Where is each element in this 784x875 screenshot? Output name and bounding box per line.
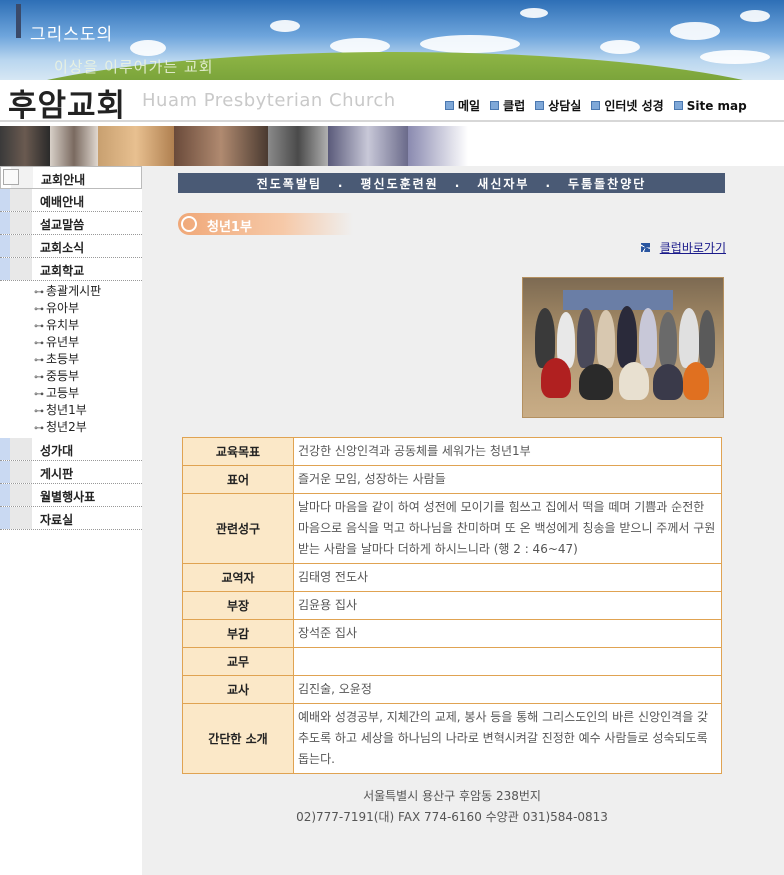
dept-link-praise-team[interactable]: 두툼돌찬양단 (568, 175, 646, 192)
key-icon: ⊶ (34, 406, 44, 417)
sidebar-item-archive[interactable]: 자료실 (0, 507, 142, 530)
table-row: 관련성구 날마다 마음을 같이 하여 성전에 모이기를 힘쓰고 집에서 떡을 떼며… (182, 493, 722, 564)
department-links-bar: 전도폭발팀 . 평신도훈련원 . 새신자부 . 두툼돌찬양단 (178, 173, 725, 193)
header-divider (0, 120, 784, 122)
footer-phone: 02)777-7191(대) FAX 774-6160 수양관 031)584-… (296, 810, 608, 824)
main-content: 전도폭발팀 . 평신도훈련원 . 새신자부 . 두툼돌찬양단 청년1부 클럽바로… (142, 166, 784, 875)
footer: 서울특별시 용산구 후암동 238번지 02)777-7191(대) FAX 7… (142, 786, 762, 828)
nav-sitemap[interactable]: Site map (673, 97, 747, 114)
dept-link-evangelism[interactable]: 전도폭발팀 (257, 175, 322, 192)
top-banner: 그리스도의 이상을 이루어가는 교회 (0, 0, 784, 80)
key-icon: ⊶ (34, 287, 44, 298)
logo-english: Huam Presbyterian Church (142, 90, 396, 111)
submenu-item[interactable]: ⊶ 초등부 (0, 351, 142, 368)
key-icon: ⊶ (34, 423, 44, 434)
info-table: 교육목표 건강한 신앙인격과 공동체를 세워가는 청년1부 표어 즐거운 모임, 성… (182, 437, 722, 774)
bullet-icon (445, 101, 454, 110)
site-header: 후암교회 Huam Presbyterian Church 메일 클럽 상담실 … (0, 80, 784, 124)
sidebar-item-church-info[interactable]: 교회안내 (0, 166, 142, 189)
table-row: 부감 장석준 집사 (182, 619, 722, 648)
table-row: 부장 김윤용 집사 (182, 591, 722, 620)
key-icon: ⊶ (34, 389, 44, 400)
submenu-item[interactable]: ⊶ 청년1부 (0, 402, 142, 419)
table-row: 간단한 소개 예배와 성경공부, 지체간의 교제, 봉사 등을 통해 그리스도인의… (182, 703, 722, 774)
submenu-item[interactable]: ⊶ 중등부 (0, 368, 142, 385)
page-title: 청년1부 (178, 213, 353, 235)
banner-slogan-line1: 그리스도의 (30, 25, 114, 45)
key-icon: ⊶ (34, 372, 44, 383)
club-shortcut-link[interactable]: 클럽바로가기 (640, 239, 726, 256)
bullet-icon (591, 101, 601, 110)
banner-slogan-line2: 이상을 이루어가는 교회 (54, 58, 214, 76)
sidebar-item-choir[interactable]: 성가대 (0, 438, 142, 461)
submenu-item[interactable]: ⊶ 유치부 (0, 317, 142, 334)
key-icon: ⊶ (34, 304, 44, 315)
dept-link-lay-training[interactable]: 평신도훈련원 (360, 175, 438, 192)
key-icon: ⊶ (34, 355, 44, 366)
sidebar-menu: 교회안내 예배안내 설교말씀 교회소식 교회학교 ⊶ 총괄게시판 ⊶ 유아부 ⊶ 유치… (0, 166, 142, 875)
dept-link-newcomer[interactable]: 새신자부 (477, 175, 529, 192)
key-icon: ⊶ (34, 321, 44, 332)
sidebar-item-news[interactable]: 교회소식 (0, 235, 142, 258)
nav-mail[interactable]: 메일 (445, 97, 480, 114)
sidebar-item-monthly-events[interactable]: 월별행사표 (0, 484, 142, 507)
photo-strip (0, 126, 784, 166)
table-row: 교육목표 건강한 신앙인격과 공동체를 세워가는 청년1부 (182, 437, 722, 466)
group-photo (522, 277, 724, 418)
table-row: 교사 김진술, 오윤정 (182, 675, 722, 704)
submenu-item[interactable]: ⊶ 청년2부 (0, 419, 142, 436)
submenu-item[interactable]: ⊶ 총괄게시판 (0, 283, 142, 300)
sidebar-item-sermon[interactable]: 설교말씀 (0, 212, 142, 235)
sidebar-item-church-school[interactable]: 교회학교 (0, 258, 142, 281)
top-navigation: 메일 클럽 상담실 인터넷 성경 Site map (445, 97, 747, 114)
grid-icon (640, 243, 650, 252)
broken-image-icon (3, 169, 19, 185)
submenu-item[interactable]: ⊶ 고등부 (0, 385, 142, 402)
submenu-item[interactable]: ⊶ 유년부 (0, 334, 142, 351)
bullet-icon (490, 101, 500, 110)
nav-counsel[interactable]: 상담실 (535, 97, 581, 114)
submenu-item[interactable]: ⊶ 유아부 (0, 300, 142, 317)
nav-club[interactable]: 클럽 (490, 97, 525, 114)
sidebar-item-board[interactable]: 게시판 (0, 461, 142, 484)
key-icon: ⊶ (34, 338, 44, 349)
table-row: 교역자 김태영 전도사 (182, 563, 722, 592)
footer-address: 서울특별시 용산구 후암동 238번지 (363, 789, 541, 803)
logo-korean[interactable]: 후암교회 (8, 80, 126, 125)
bullet-icon (535, 101, 545, 110)
ring-icon (181, 216, 197, 232)
bullet-icon (673, 101, 683, 110)
sidebar-item-worship[interactable]: 예배안내 (0, 189, 142, 212)
table-row: 교무 (182, 647, 722, 676)
nav-internet-bible[interactable]: 인터넷 성경 (591, 97, 664, 114)
table-row: 표어 즐거운 모임, 성장하는 사람들 (182, 465, 722, 494)
